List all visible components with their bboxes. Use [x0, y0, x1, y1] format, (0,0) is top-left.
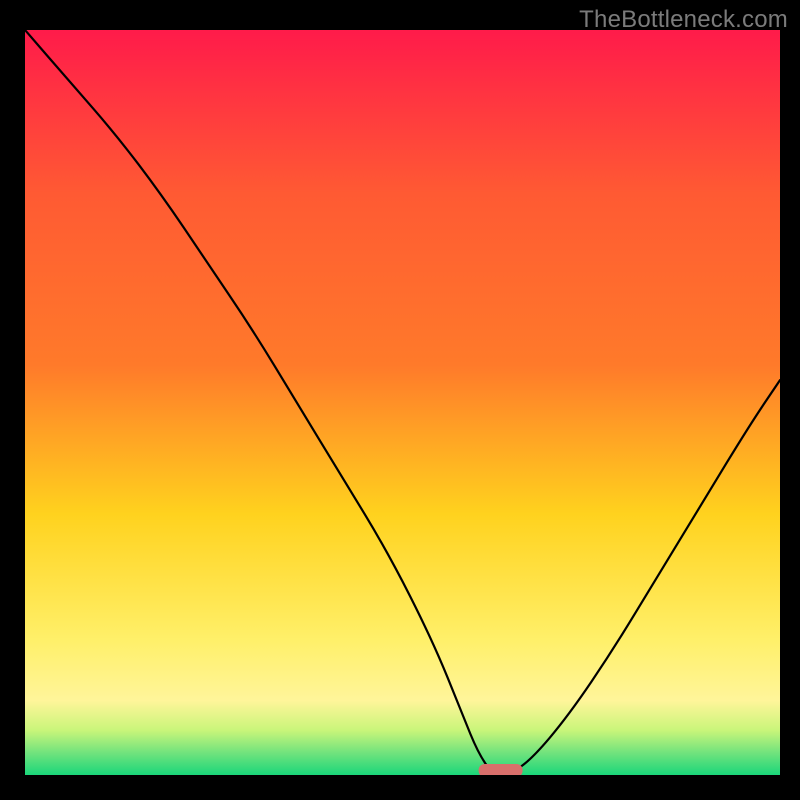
chart-svg: [25, 30, 780, 775]
chart-frame: TheBottleneck.com: [0, 0, 800, 800]
optimal-marker: [479, 764, 523, 775]
plot-area: [25, 30, 780, 775]
watermark-text: TheBottleneck.com: [579, 6, 788, 34]
gradient-background: [25, 30, 780, 775]
